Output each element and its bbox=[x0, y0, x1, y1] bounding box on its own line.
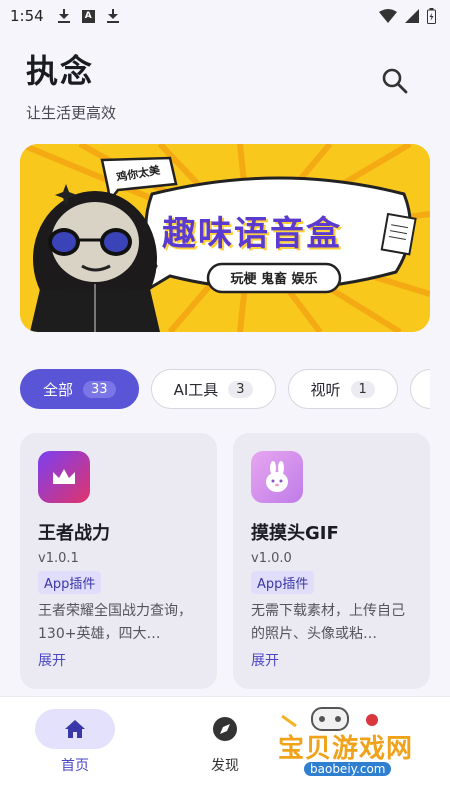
home-icon bbox=[65, 720, 85, 738]
plugin-type-badge: App插件 bbox=[251, 571, 315, 594]
plugin-card[interactable]: 王者战力 v1.0.1 App插件 王者荣耀全国战力查询，130+英雄，四大… … bbox=[20, 433, 217, 689]
plugin-name: 王者战力 bbox=[38, 523, 110, 544]
plugin-version: v1.0.0 bbox=[251, 551, 292, 566]
expand-link[interactable]: 展开 bbox=[38, 650, 199, 670]
filter-chip-label: 视听 bbox=[310, 380, 341, 399]
nav-indicator bbox=[35, 709, 115, 749]
plugin-name: 摸摸头GIF bbox=[251, 523, 339, 544]
search-icon[interactable] bbox=[380, 66, 410, 96]
rabbit-icon bbox=[251, 451, 303, 503]
filter-chip-label: AI工具 bbox=[173, 380, 219, 399]
filter-chip-count: 3 bbox=[228, 380, 253, 398]
filter-chip-label: 全部 bbox=[43, 380, 74, 399]
banner-title: 趣味语音盒 bbox=[162, 214, 342, 254]
plugin-description: 王者荣耀全国战力查询，130+英雄，四大… bbox=[38, 603, 192, 642]
page-title: 执念 bbox=[26, 52, 95, 90]
nav-label: 发现 bbox=[211, 758, 239, 774]
plugin-type-badge: App插件 bbox=[38, 571, 102, 594]
watermark-url: baobeiy.com bbox=[304, 762, 392, 776]
download-icon bbox=[57, 9, 70, 23]
status-bar: 1:54 A bbox=[0, 0, 450, 32]
page-subtitle: 让生活更高效 bbox=[26, 104, 117, 122]
banner-tagline: 玩梗 鬼畜 娱乐 bbox=[230, 272, 318, 287]
nav-item-home[interactable]: 首页 bbox=[0, 697, 150, 800]
compass-icon bbox=[213, 717, 237, 741]
expand-link[interactable]: 展开 bbox=[251, 650, 412, 670]
filter-chip-count: 1 bbox=[350, 380, 375, 398]
page-header: 执念 让生活更高效 bbox=[0, 32, 450, 150]
crown-icon bbox=[38, 451, 90, 503]
plugin-card-list: 王者战力 v1.0.1 App插件 王者荣耀全国战力查询，130+英雄，四大… … bbox=[20, 433, 430, 689]
wifi-icon bbox=[379, 9, 397, 23]
nav-label: 首页 bbox=[61, 758, 89, 774]
filter-chip-all[interactable]: 全部 33 bbox=[20, 369, 139, 409]
filter-chip-audio-video[interactable]: 视听 1 bbox=[287, 369, 398, 409]
filter-chip-count: 33 bbox=[83, 380, 116, 398]
plugin-version: v1.0.1 bbox=[38, 551, 79, 566]
watermark-title: 宝贝游戏网 bbox=[278, 734, 414, 764]
battery-icon bbox=[427, 8, 436, 24]
nav-indicator bbox=[185, 709, 265, 749]
status-time: 1:54 bbox=[10, 7, 44, 25]
watermark-logo: 宝贝游戏网 baobeiy.com bbox=[276, 706, 426, 780]
plugin-description: 无需下载素材，上传自己的照片、头像或粘… bbox=[251, 603, 405, 642]
promo-banner[interactable]: 鸡你太美 趣味语音盒 玩梗 鬼畜 娱乐 bbox=[20, 144, 430, 332]
app-notification-icon: A bbox=[81, 9, 95, 23]
signal-icon bbox=[405, 9, 419, 23]
download-icon bbox=[106, 9, 119, 23]
filter-chip-partial[interactable] bbox=[409, 369, 430, 409]
plugin-card[interactable]: 摸摸头GIF v1.0.0 App插件 无需下载素材，上传自己的照片、头像或粘…… bbox=[233, 433, 430, 689]
filter-chip-ai-tools[interactable]: AI工具 3 bbox=[150, 369, 276, 409]
category-filter-bar: 全部 33 AI工具 3 视听 1 bbox=[20, 369, 430, 409]
